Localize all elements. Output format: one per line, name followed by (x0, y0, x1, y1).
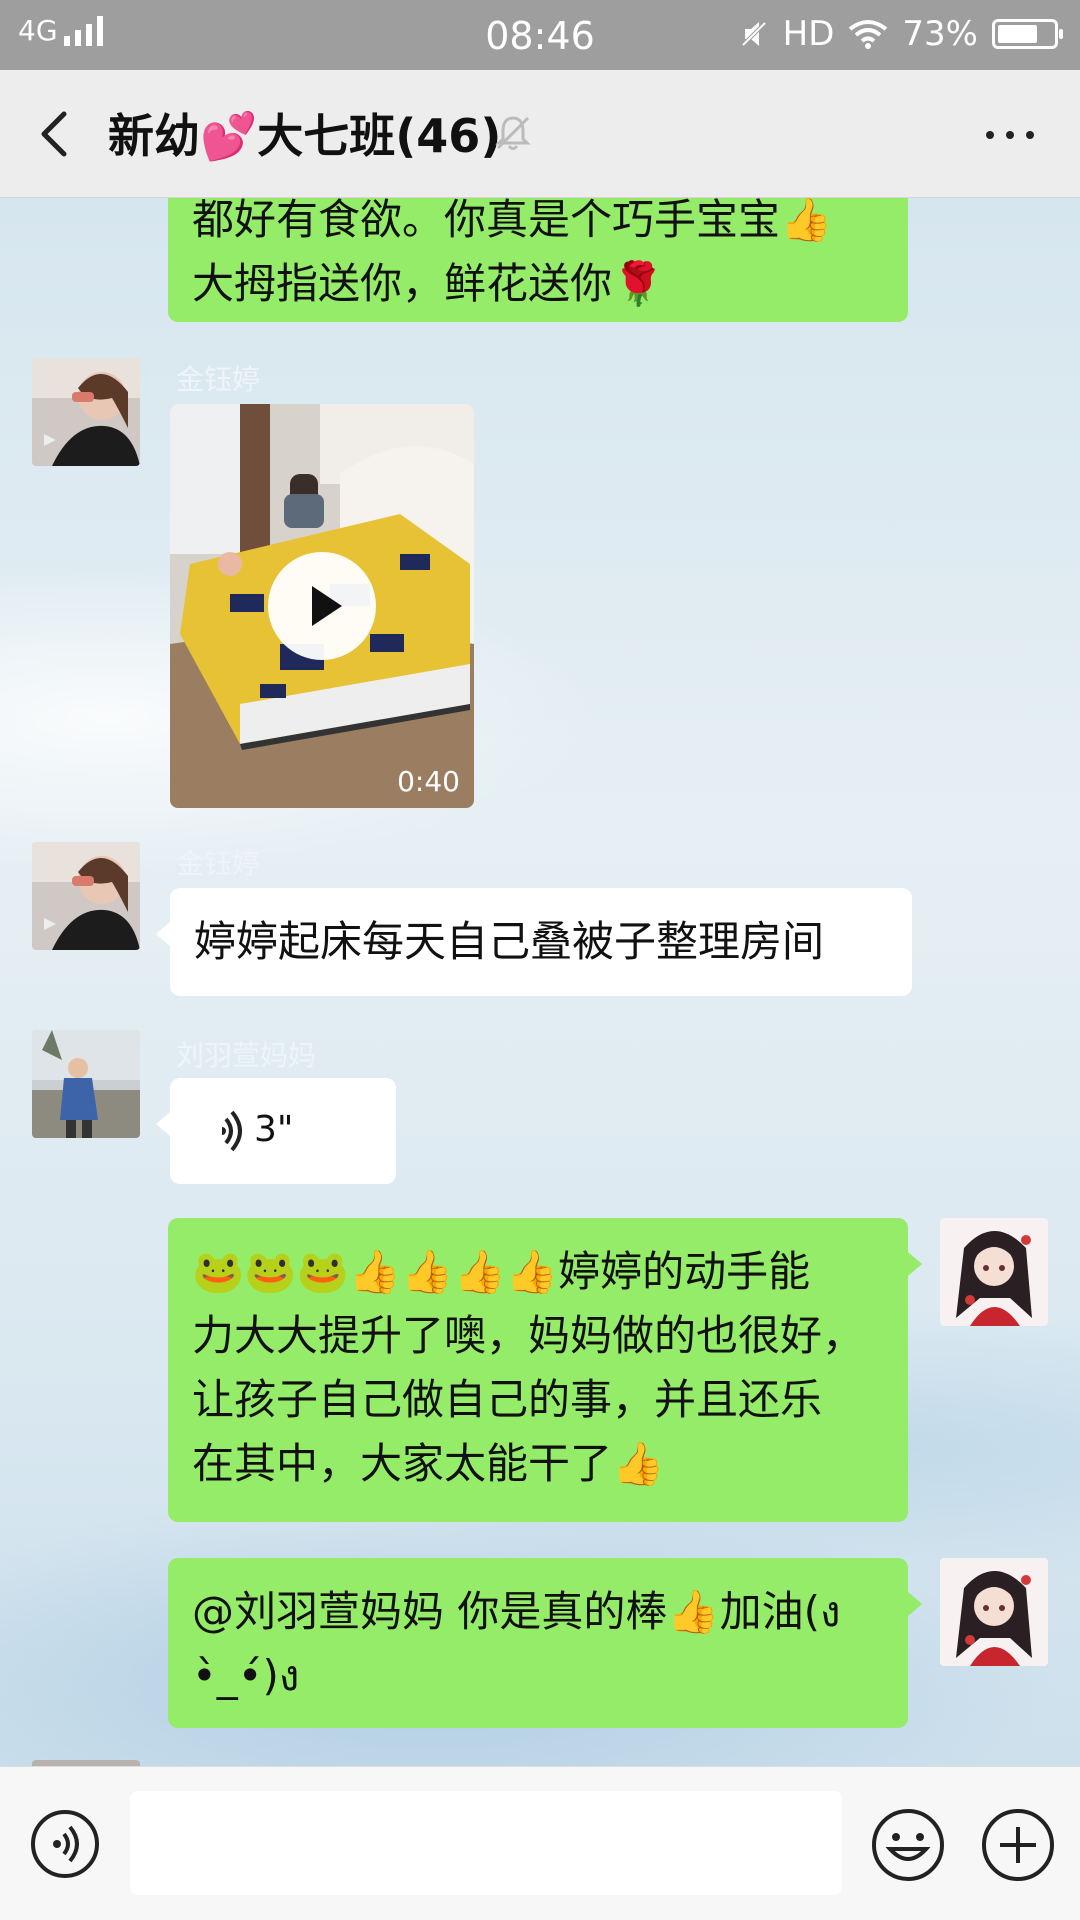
plus-icon[interactable] (980, 1807, 1056, 1883)
voice-icon[interactable] (30, 1809, 100, 1879)
message-line: 在其中，大家太能干了👍 (192, 1439, 665, 1488)
message-line: 力大大提升了噢，妈妈做的也很好， (192, 1311, 865, 1360)
sender-name: 刘羽萱妈妈 (176, 1039, 317, 1072)
message-bubble[interactable]: @刘羽萱妈妈 你是真的棒👍加油(ง •̀_•́)ง (168, 1558, 922, 1728)
sender-name: 金钰婷 (176, 363, 261, 396)
video-message[interactable]: 0:40 (170, 404, 474, 808)
chat-area[interactable]: 都好有食欲。你真是个巧手宝宝👍 大拇指送你，鲜花送你🌹 金钰婷 0:40 金钰婷… (0, 198, 1080, 1766)
message-bubble[interactable]: 婷婷起床每天自己叠被子整理房间 (156, 888, 912, 996)
play-icon[interactable] (268, 552, 376, 660)
more-dots-icon[interactable] (980, 110, 1040, 160)
message-text: 婷婷起床每天自己叠被子整理房间 (194, 917, 825, 966)
smiley-icon[interactable] (870, 1807, 946, 1883)
message-input[interactable] (130, 1791, 842, 1895)
message-line: 让孩子自己做自己的事，并且还乐 (192, 1375, 823, 1424)
video-duration: 0:40 (397, 765, 460, 798)
voice-message[interactable]: 3" (156, 1078, 396, 1184)
avatar[interactable] (940, 1558, 1048, 1666)
message-line: 🐸🐸🐸👍👍👍👍婷婷的动手能 (192, 1247, 811, 1296)
message-bubble[interactable]: 🐸🐸🐸👍👍👍👍婷婷的动手能 力大大提升了噢，妈妈做的也很好， 让孩子自己做自己的… (168, 1218, 922, 1522)
voice-wave-icon (222, 1110, 242, 1152)
avatar[interactable] (32, 1030, 140, 1138)
input-bar (0, 1766, 1080, 1920)
battery-percent: 73% (902, 14, 978, 54)
chat-header: 新幼💕大七班(46) (0, 70, 1080, 198)
vibrate-muted-icon (741, 21, 767, 47)
status-icons: HD 73% (739, 14, 1063, 54)
wifi-icon (849, 20, 888, 49)
avatar[interactable] (32, 842, 140, 950)
message-line: @刘羽萱妈妈 你是真的棒👍加油(ง (192, 1587, 841, 1636)
message-line: 大拇指送你，鲜花送你🌹 (192, 259, 665, 308)
avatar[interactable] (940, 1218, 1048, 1326)
bell-muted-icon (495, 116, 531, 150)
status-bar: 4G 08:46 HD 73% (0, 0, 1080, 70)
chat-title: 新幼💕大七班(46) (108, 109, 502, 163)
hd-indicator: HD (782, 14, 835, 54)
avatar[interactable] (32, 358, 140, 466)
sender-name: 金钰婷 (176, 847, 261, 880)
message-bubble[interactable]: 都好有食欲。你真是个巧手宝宝👍 大拇指送你，鲜花送你🌹 (168, 198, 908, 322)
voice-duration: 3" (254, 1109, 294, 1150)
chevron-left-icon[interactable] (30, 100, 90, 168)
message-line: 都好有食欲。你真是个巧手宝宝👍 (192, 198, 833, 244)
message-line: •̀_•́)ง (192, 1651, 300, 1700)
battery-icon (992, 19, 1063, 49)
